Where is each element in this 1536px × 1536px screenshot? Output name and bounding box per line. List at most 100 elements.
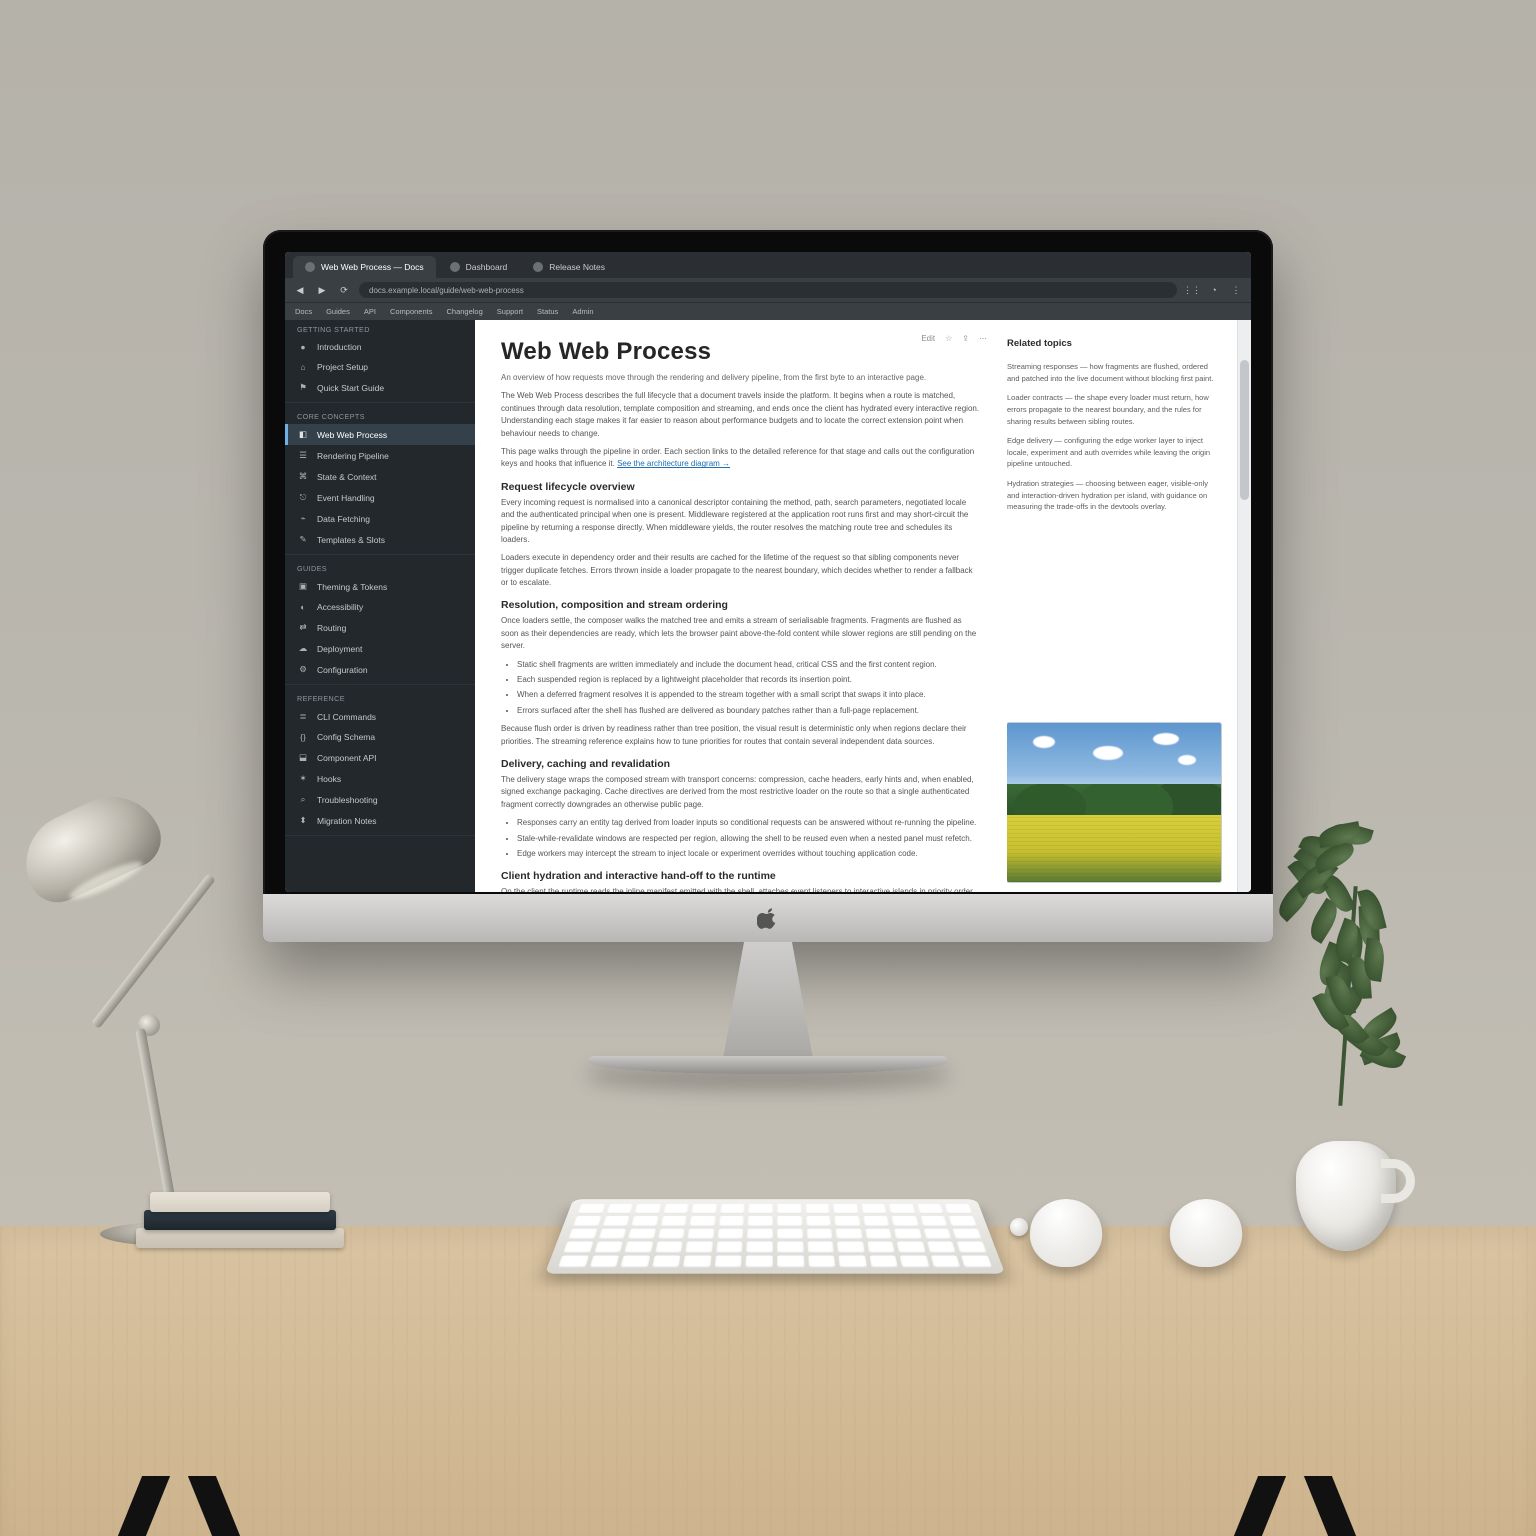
bookmark-item[interactable]: Docs [295,307,312,316]
sidebar-group-title: Getting Started [285,320,475,337]
vase [1271,1091,1421,1251]
sidebar-item[interactable]: ⌂ Project Setup [285,357,475,377]
sidebar-item-icon: ⬍ [297,815,309,826]
aside-paragraph: Hydration strategies — choosing between … [1007,478,1221,513]
sidebar-item-icon: ● [297,342,309,352]
sidebar-item[interactable]: ⇄ Routing [285,617,475,638]
section-paragraph: Every incoming request is normalised int… [501,497,981,547]
sidebar-item[interactable]: ▣Theming & Tokens [285,576,475,597]
architecture-link[interactable]: See the architecture diagram → [617,459,730,468]
section-paragraph: Because flush order is driven by readine… [501,723,981,748]
profile-icon[interactable]: ◔ [1207,283,1221,297]
list-item: Stale-while-revalidate windows are respe… [517,833,981,845]
sidebar-item[interactable]: {}Config Schema [285,727,475,747]
edit-link[interactable]: Edit [921,334,935,343]
tab-label: Web Web Process — Docs [321,262,424,272]
sidebar-item-label: Project Setup [317,362,368,372]
sidebar-item-icon: ⇄ [297,622,309,633]
section-paragraph: Loaders execute in dependency order and … [501,552,981,589]
sidebar-item-label: State & Context [317,472,377,482]
sidebar-item-icon: ☁ [297,643,309,654]
sidebar-item-label: Deployment [317,644,362,654]
sidebar-item-label: Theming & Tokens [317,582,387,592]
sidebar-item-label: Templates & Slots [317,535,385,545]
sidebar-item[interactable]: ✶Hooks [285,768,475,789]
monitor-stand-neck [708,942,828,1062]
sidebar-item[interactable]: ☁ Deployment [285,638,475,659]
desk-lamp [30,796,290,1236]
sidebar-item-icon: ⎋ [297,492,309,503]
bookmark-item[interactable]: Support [497,307,523,316]
bookmark-item[interactable]: Status [537,307,558,316]
sidebar-item[interactable]: ⎋Event Handling [285,487,475,508]
browser-tab[interactable]: Dashboard [438,256,520,278]
sidebar-item-label: Data Fetching [317,514,370,524]
sidebar-item[interactable]: ◧Web Web Process [285,424,475,445]
bookmark-icon[interactable]: ☆ [945,334,952,343]
forward-icon[interactable]: ▶ [315,283,329,297]
tab-label: Release Notes [549,262,605,272]
section-heading: Client hydration and interactive hand-of… [501,870,981,882]
intro-paragraph: The Web Web Process describes the full l… [501,390,981,440]
bookmarks-bar: Docs Guides API Components Changelog Support S… [285,302,1251,320]
favicon-icon [533,262,543,272]
sidebar-item[interactable]: ⬍Migration Notes [285,810,475,831]
sidebar: Getting Started●Introduction ⌂ Project Set… [285,320,475,892]
bookmark-item[interactable]: API [364,307,376,316]
intro-paragraph-2: This page walks through the pipeline in … [501,446,981,471]
sidebar-item-label: Web Web Process [317,430,387,440]
bookmark-item[interactable]: Changelog [446,307,482,316]
earbud [1010,1218,1028,1236]
sidebar-item[interactable]: ⚑Quick Start Guide [285,377,475,398]
sidebar-item-icon: ⌂ [297,362,309,372]
page-title: Web Web Process [501,338,981,366]
bookmark-item[interactable]: Admin [572,307,593,316]
address-bar[interactable]: docs.example.local/guide/web-web-process [359,282,1177,298]
sidebar-item[interactable]: ✎ Templates & Slots [285,529,475,550]
sidebar-item[interactable]: ⚙Configuration [285,659,475,680]
sidebar-item-label: Routing [317,623,346,633]
section-heading: Request lifecycle overview [501,481,981,493]
sidebar-item[interactable]: ≣CLI Commands [285,706,475,727]
more-icon[interactable]: ⋯ [979,334,987,343]
sidebar-item-icon: ⚙ [297,664,309,675]
list-item: When a deferred fragment resolves it is … [517,689,981,701]
sidebar-item-label: Hooks [317,774,341,784]
sidebar-item[interactable]: ⌕Troubleshooting [285,789,475,810]
section-list: Static shell fragments are written immed… [517,659,981,718]
back-icon[interactable]: ◀ [293,283,307,297]
sidebar-group-title: Reference [285,689,475,706]
share-icon[interactable]: ⇪ [962,334,969,343]
section-heading: Resolution, composition and stream order… [501,599,981,611]
sidebar-item[interactable]: ☰Rendering Pipeline [285,445,475,466]
bookmark-item[interactable]: Components [390,307,433,316]
sidebar-item-icon: ◐ [297,602,309,612]
monitor: Web Web Process — Docs Dashboard Release N… [263,230,1273,942]
sidebar-item-icon: ⬓ [297,752,309,763]
extensions-icon[interactable]: ⋮⋮ [1185,283,1199,297]
sidebar-item[interactable]: ⬓Component API [285,747,475,768]
section-list: Responses carry an entity tag derived fr… [517,817,981,860]
sidebar-item-icon: ☰ [297,450,309,461]
aside-paragraph: Streaming responses — how fragments are … [1007,361,1221,384]
sidebar-item[interactable]: ◐Accessibility [285,597,475,617]
sidebar-item[interactable]: ⌘ State & Context [285,466,475,487]
sidebar-item[interactable]: ⌁Data Fetching [285,508,475,529]
section-paragraph: The delivery stage wraps the composed st… [501,774,981,811]
sidebar-item-icon: ⌘ [297,471,309,482]
list-item: Edge workers may intercept the stream to… [517,848,981,860]
article-actions: Edit ☆ ⇪ ⋯ [921,334,987,343]
reload-icon[interactable]: ⟳ [337,283,351,297]
browser-tab[interactable]: Release Notes [521,256,617,278]
bookmark-item[interactable]: Guides [326,307,350,316]
sidebar-item-icon: ✎ [297,534,309,545]
scrollbar[interactable] [1237,320,1251,892]
sidebar-item[interactable]: ●Introduction [285,337,475,357]
favicon-icon [305,262,315,272]
page-subtitle: An overview of how requests move through… [501,372,981,384]
browser-tab[interactable]: Web Web Process — Docs [293,256,436,278]
section-heading: Delivery, caching and revalidation [501,758,981,770]
sidebar-item-icon: ⚑ [297,382,309,393]
menu-icon[interactable]: ⋮ [1229,283,1243,297]
favicon-icon [450,262,460,272]
